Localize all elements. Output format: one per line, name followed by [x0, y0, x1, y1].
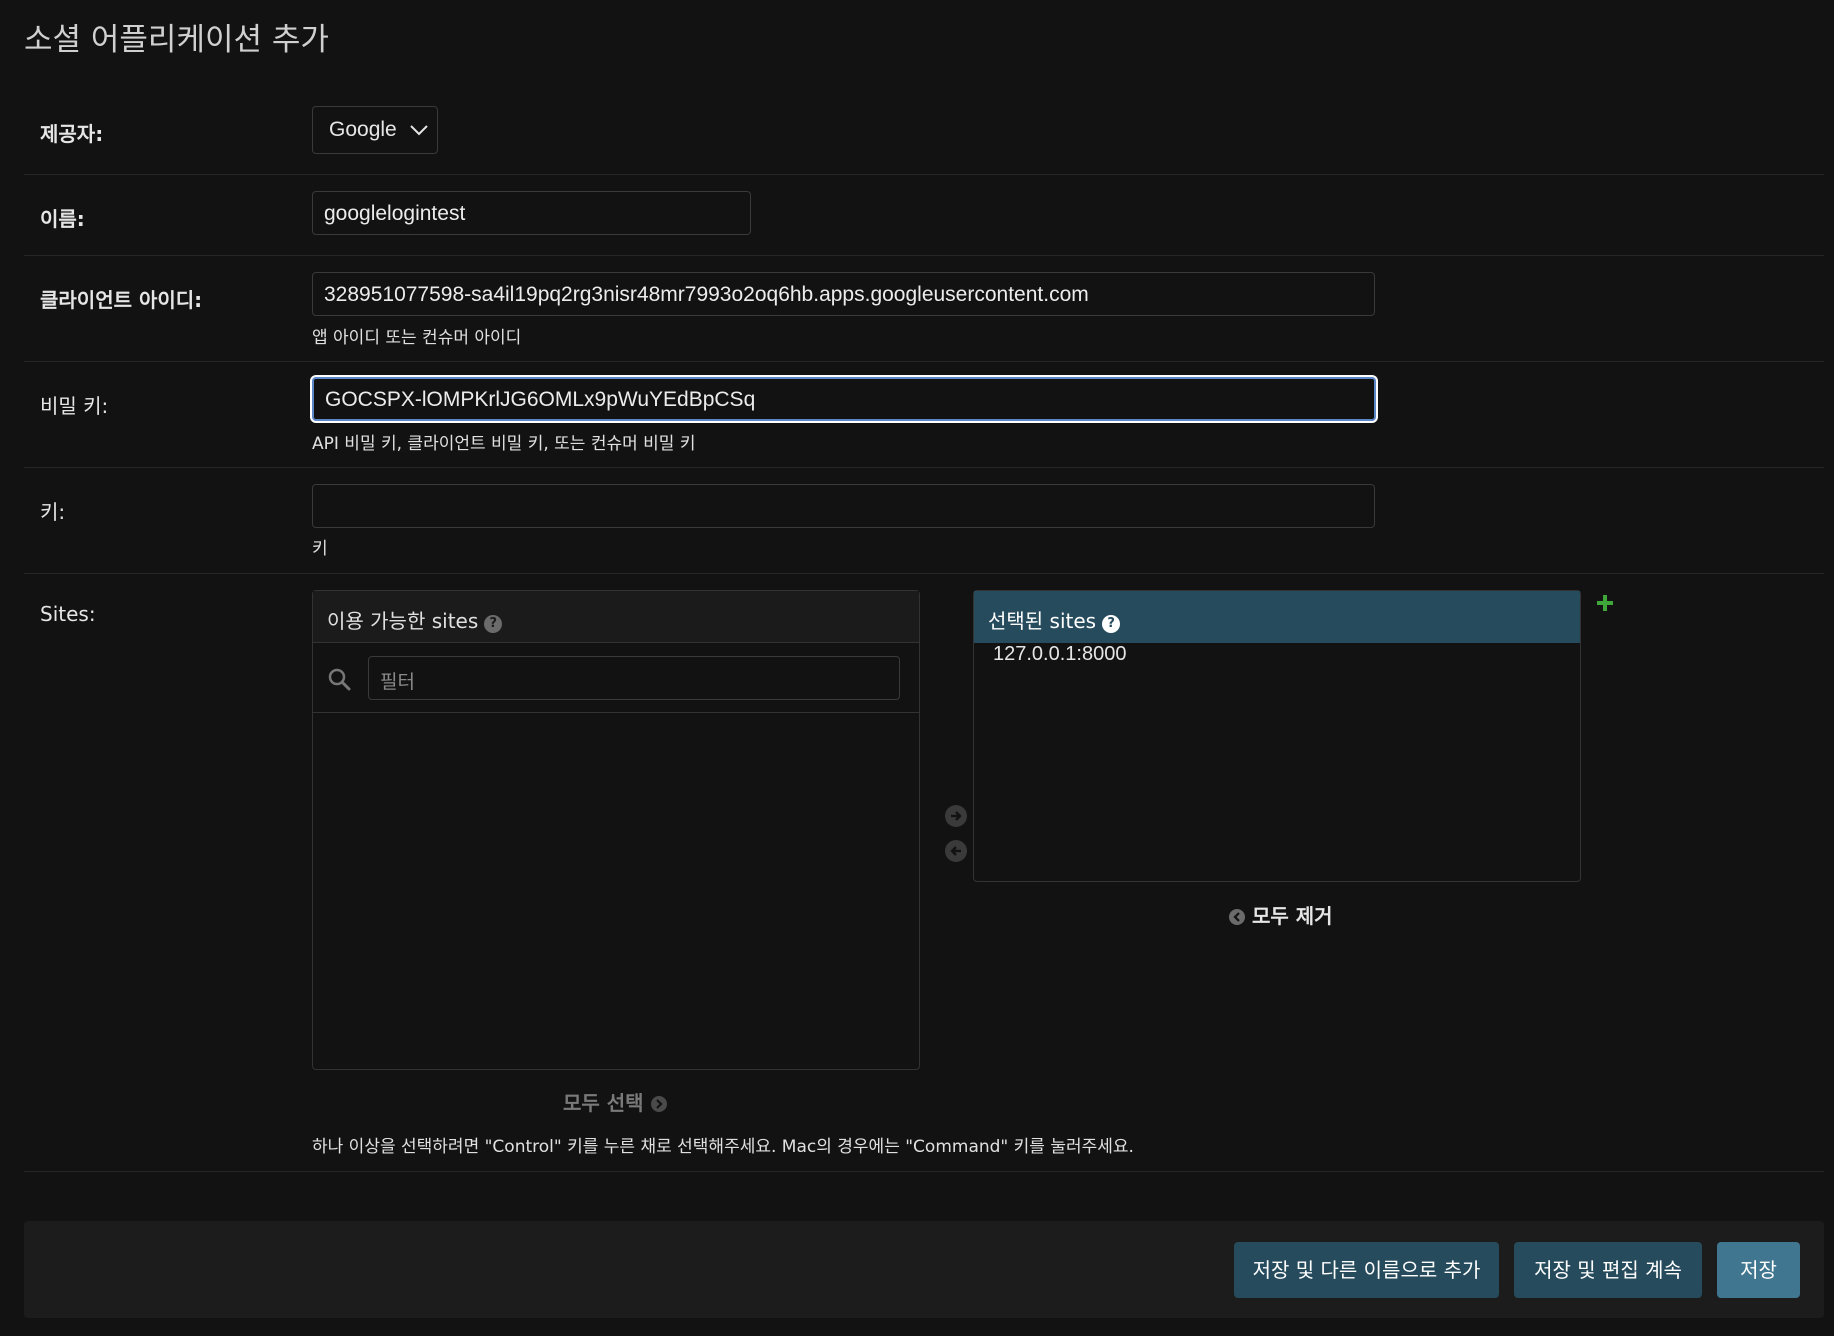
provider-select[interactable]: Google [312, 106, 438, 154]
page-title: 소셜 어플리케이션 추가 [24, 22, 329, 58]
save-add-another-button[interactable]: 저장 및 다른 이름으로 추가 [1234, 1242, 1499, 1298]
client-id-input[interactable]: 328951077598-sa4il19pq2rg3nisr48mr7993o2… [312, 272, 1375, 316]
choose-button[interactable] [945, 805, 967, 827]
chosen-sites-header: 선택된 sites? [974, 591, 1580, 643]
key-input[interactable] [312, 484, 1375, 528]
remove-all-label: 모두 제거 [1251, 904, 1333, 928]
help-icon[interactable]: ? [484, 615, 503, 633]
name-row: 이름: googlelogintest [24, 175, 1824, 256]
secret-row: 비밀 키: GOCSPX-lOMPKrlJG6OMLx9pWuYEdBpCSq … [24, 362, 1824, 468]
arrow-right-icon [951, 811, 962, 821]
save-button[interactable]: 저장 [1717, 1242, 1800, 1298]
chosen-sites-title: 선택된 sites [988, 609, 1097, 633]
arrow-left-icon [950, 846, 961, 856]
available-sites-list[interactable] [313, 714, 919, 1069]
remove-all-link[interactable]: 모두 제거 [1229, 900, 1333, 929]
name-input[interactable]: googlelogintest [312, 191, 751, 235]
chosen-sites-box: 선택된 sites? 127.0.0.1:8000 [973, 590, 1581, 882]
available-sites-header: 이용 가능한 sites? [313, 591, 919, 643]
save-continue-button[interactable]: 저장 및 편집 계속 [1514, 1242, 1702, 1298]
secret-input[interactable]: GOCSPX-lOMPKrlJG6OMLx9pWuYEdBpCSq [312, 377, 1376, 421]
filter-row: 필터 [313, 643, 919, 713]
key-label: 키: [40, 500, 66, 524]
choose-all-label: 모두 선택 [563, 1091, 644, 1115]
chevron-left-icon [1229, 909, 1245, 925]
sites-label: Sites: [40, 602, 96, 626]
chosen-site-item[interactable]: 127.0.0.1:8000 [993, 643, 1126, 666]
filter-input[interactable]: 필터 [368, 656, 900, 700]
client-id-help: 앱 아이디 또는 컨슈머 아이디 [312, 328, 522, 348]
sites-row: Sites: 이용 가능한 sites? 필터 선택된 sites? 127.0… [24, 574, 1824, 1172]
client-id-label: 클라이언트 아이디: [40, 288, 203, 312]
sites-help: 하나 이상을 선택하려면 "Control" 키를 누른 채로 선택해주세요. … [312, 1137, 1134, 1157]
search-icon [328, 668, 351, 691]
remove-button[interactable] [945, 840, 967, 862]
submit-row: 저장 및 다른 이름으로 추가 저장 및 편집 계속 저장 [24, 1221, 1824, 1318]
provider-row: 제공자: Google [24, 92, 1824, 175]
chevron-down-icon [410, 125, 428, 136]
add-site-icon[interactable] [1596, 594, 1614, 612]
name-label: 이름: [40, 207, 85, 231]
key-help: 키 [312, 539, 328, 559]
help-icon[interactable]: ? [1102, 615, 1121, 633]
secret-help: API 비밀 키, 클라이언트 비밀 키, 또는 컨슈머 비밀 키 [312, 434, 696, 454]
available-sites-box: 이용 가능한 sites? 필터 [312, 590, 920, 1070]
available-sites-title: 이용 가능한 sites [327, 609, 479, 633]
provider-select-value: Google [329, 118, 397, 141]
provider-label: 제공자: [40, 122, 104, 146]
secret-label: 비밀 키: [40, 394, 109, 418]
chevron-right-icon [650, 1096, 667, 1112]
client-id-row: 클라이언트 아이디: 328951077598-sa4il19pq2rg3nis… [24, 256, 1824, 362]
key-row: 키: 키 [24, 468, 1824, 574]
choose-all-link[interactable]: 모두 선택 [563, 1087, 667, 1116]
